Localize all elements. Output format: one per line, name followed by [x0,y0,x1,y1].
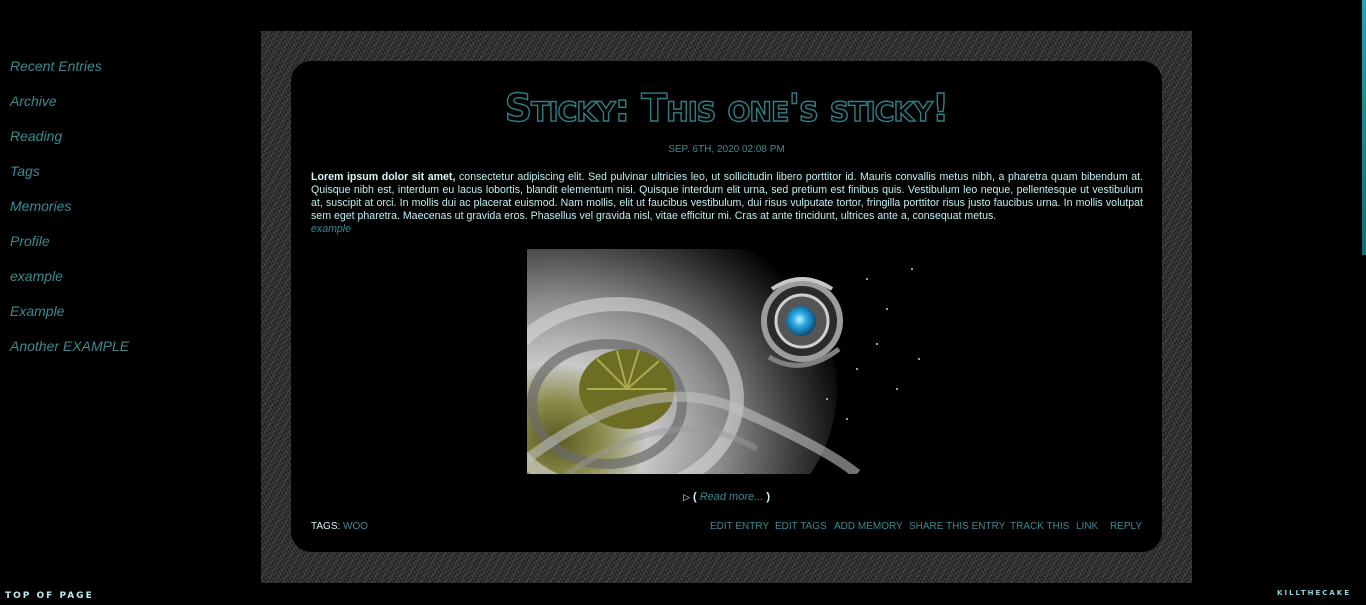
link-link[interactable]: LINK [1076,521,1098,532]
edit-entry-link[interactable]: EDIT ENTRY [710,521,769,532]
sidebar-item-profile[interactable]: Profile [10,233,250,268]
scrollbar-thumb[interactable] [1362,0,1366,255]
edit-tags-link[interactable]: EDIT TAGS [775,521,827,532]
reply-link[interactable]: REPLY [1110,521,1142,532]
sidebar-item-tags[interactable]: Tags [10,163,250,198]
layout-credit: KILLTHECAKE [1277,589,1351,597]
sidebar-item-recent-entries[interactable]: Recent Entries [10,58,250,93]
example-link[interactable]: example [311,223,351,235]
read-more-link[interactable]: Read more... [700,491,764,503]
add-memory-link[interactable]: ADD MEMORY [834,521,903,532]
entry-card [291,61,1162,552]
sidebar-nav: Recent Entries Archive Reading Tags Memo… [10,58,250,373]
share-entry-link[interactable]: SHARE THIS ENTRY [909,521,1005,532]
sidebar-item-reading[interactable]: Reading [10,128,250,163]
sidebar-item-archive[interactable]: Archive [10,93,250,128]
sidebar-item-memories[interactable]: Memories [10,198,250,233]
sidebar-item-example[interactable]: Example [10,303,250,338]
tag-link-woo[interactable]: WOO [343,521,368,532]
top-of-page-link[interactable]: TOP OF PAGE [5,591,94,601]
sidebar-item-another-example[interactable]: Another EXAMPLE [10,338,250,373]
sidebar-item-example-lower[interactable]: example [10,268,250,303]
track-this-link[interactable]: TRACK THIS [1010,521,1069,532]
